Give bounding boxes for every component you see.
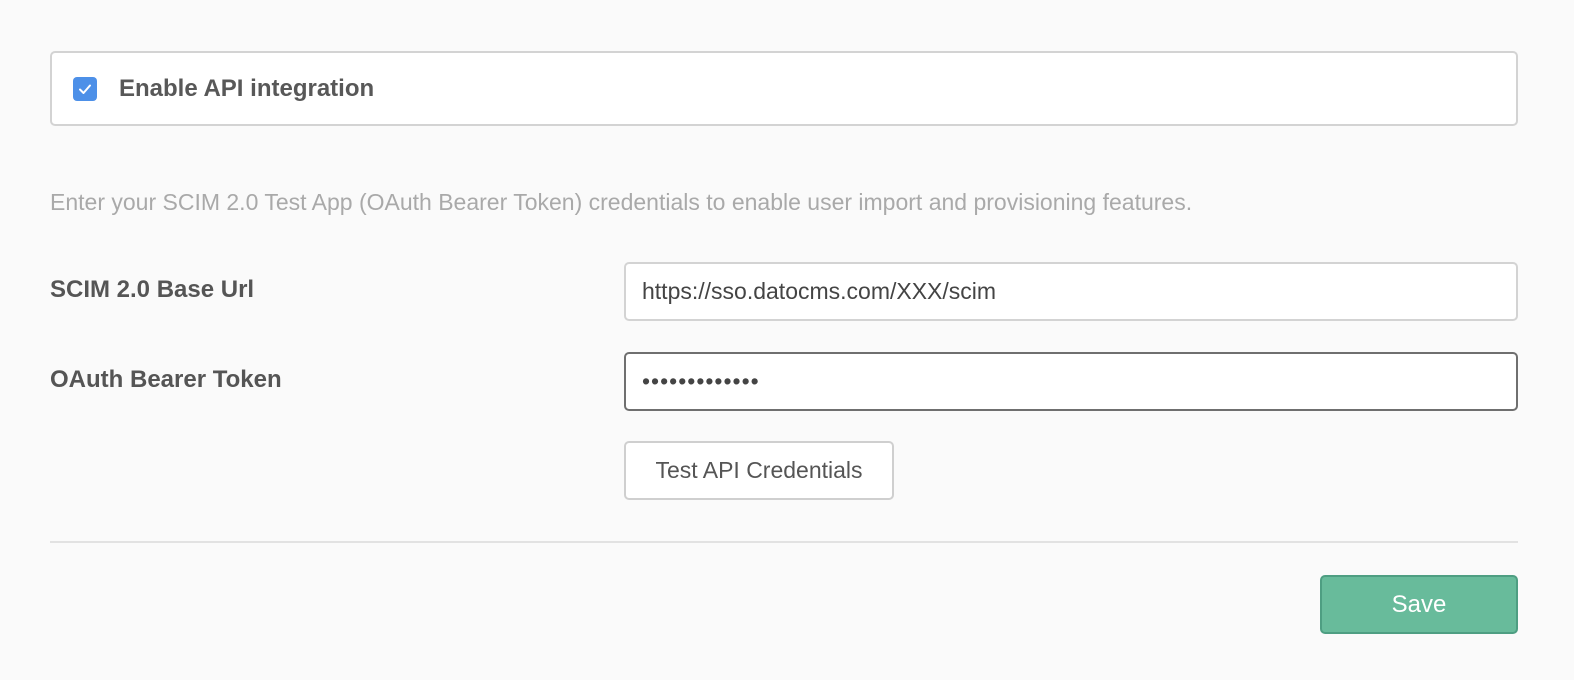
enable-api-label[interactable]: Enable API integration bbox=[119, 75, 374, 103]
bearer-token-input[interactable] bbox=[624, 352, 1518, 411]
scim-settings-panel: Enable API integration Enter your SCIM 2… bbox=[0, 0, 1574, 680]
base-url-input[interactable] bbox=[624, 262, 1518, 321]
enable-api-checkbox[interactable] bbox=[73, 76, 97, 101]
save-button[interactable]: Save bbox=[1320, 575, 1518, 634]
base-url-label: SCIM 2.0 Base Url bbox=[50, 276, 255, 303]
section-divider bbox=[50, 541, 1518, 543]
test-api-credentials-button[interactable]: Test API Credentials bbox=[624, 441, 894, 500]
checkmark-icon bbox=[79, 84, 91, 94]
api-integration-toggle-row[interactable]: Enable API integration bbox=[50, 51, 1518, 126]
credentials-helper-text: Enter your SCIM 2.0 Test App (OAuth Bear… bbox=[50, 189, 1193, 215]
bearer-token-label: OAuth Bearer Token bbox=[50, 366, 282, 393]
